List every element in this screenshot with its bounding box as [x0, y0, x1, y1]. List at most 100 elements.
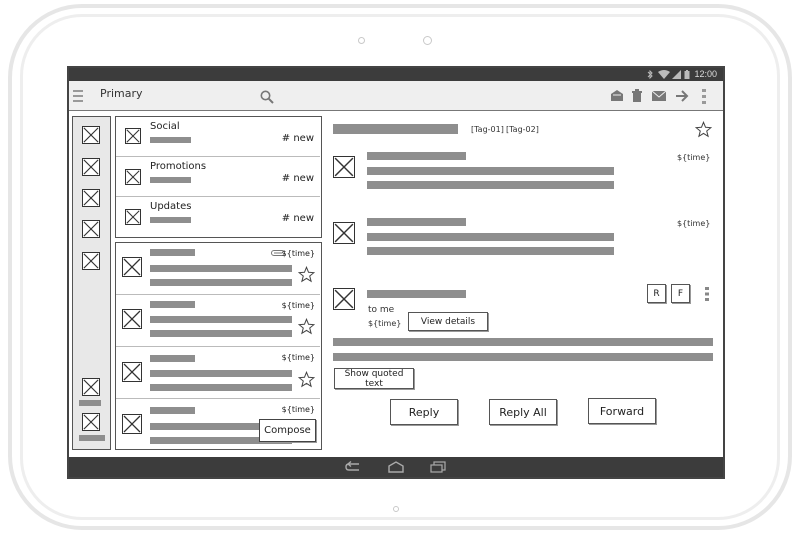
message-row[interactable]: ${time} — [116, 347, 320, 399]
message-snippet — [367, 247, 614, 255]
message-snippet — [150, 279, 292, 286]
rail-item-image[interactable] — [82, 126, 100, 144]
thread-message[interactable]: ${time} — [327, 150, 723, 200]
category-panel: Social # new Promotions # new Updates # … — [115, 116, 322, 238]
rail-item-image[interactable] — [82, 220, 100, 238]
front-camera — [423, 36, 432, 45]
message-subject — [150, 370, 292, 377]
rail-account-image[interactable] — [82, 378, 100, 396]
message-time: ${time} — [281, 353, 315, 362]
rail-item-image[interactable] — [82, 252, 100, 270]
message-subject — [150, 265, 292, 272]
rail-account-image[interactable] — [82, 413, 100, 431]
wifi-icon — [658, 70, 670, 79]
message-overflow-icon[interactable] — [705, 287, 709, 301]
front-sensor — [358, 37, 365, 44]
category-snippet — [150, 217, 191, 223]
tag-label[interactable]: [Tag-02] — [506, 125, 539, 134]
sender-name — [150, 355, 195, 362]
message-snippet — [367, 167, 614, 175]
home-icon[interactable] — [387, 461, 405, 473]
recipient-label: to me — [368, 305, 395, 315]
archive-icon[interactable] — [610, 89, 624, 103]
category-image — [125, 209, 141, 225]
sender-avatar — [122, 414, 142, 434]
message-body-line — [333, 338, 713, 346]
sender-name — [150, 407, 195, 414]
sender-name — [367, 218, 466, 226]
reading-pane: [Tag-01] [Tag-02] ${time} ${time} to me … — [327, 116, 723, 450]
forward-quick-button[interactable]: F — [671, 284, 690, 303]
sender-avatar — [333, 222, 355, 244]
trash-icon[interactable] — [632, 89, 642, 103]
star-icon[interactable] — [695, 121, 712, 138]
message-snippet — [150, 330, 292, 337]
message-time: ${time} — [281, 405, 315, 414]
clock: 12:00 — [694, 69, 717, 79]
category-social[interactable]: Social # new — [116, 117, 320, 157]
mail-icon[interactable] — [652, 89, 666, 103]
message-snippet — [367, 181, 614, 189]
view-details-button[interactable]: View details — [408, 312, 488, 331]
category-snippet — [150, 137, 191, 143]
sender-avatar — [122, 362, 142, 382]
category-name: Social — [150, 121, 180, 132]
star-icon[interactable] — [298, 318, 315, 335]
sender-avatar — [333, 156, 355, 178]
compose-button[interactable]: Compose — [259, 419, 316, 442]
back-icon[interactable] — [345, 461, 363, 473]
category-name: Promotions — [150, 161, 207, 172]
battery-icon — [684, 70, 690, 79]
sender-name — [367, 290, 466, 298]
message-row[interactable]: ${time} — [116, 295, 320, 347]
tablet-screen: 12:00 Primary Social # new Promotions # … — [67, 66, 725, 479]
forward-button[interactable]: Forward — [588, 398, 656, 424]
rail-account-label — [79, 400, 101, 406]
show-quoted-text-button[interactable]: Show quoted text — [334, 368, 414, 389]
bluetooth-icon — [647, 70, 653, 79]
status-bar: 12:00 — [69, 68, 723, 81]
tag-label[interactable]: [Tag-01] — [471, 125, 504, 134]
menu-icon[interactable] — [73, 89, 83, 103]
thread-message[interactable]: ${time} — [327, 216, 723, 266]
rail-item-image[interactable] — [82, 189, 100, 207]
account-rail — [72, 116, 111, 450]
message-time: ${time} — [677, 153, 711, 162]
search-icon[interactable] — [260, 90, 274, 104]
message-time: ${time} — [677, 219, 711, 228]
category-image — [125, 128, 141, 144]
message-time: ${time} — [281, 301, 315, 310]
reply-quick-button[interactable]: R — [647, 284, 666, 303]
new-count-badge: # new — [281, 133, 314, 144]
message-row[interactable]: ${time} — [116, 243, 320, 295]
message-body-line — [333, 353, 713, 361]
category-snippet — [150, 177, 191, 183]
category-promotions[interactable]: Promotions # new — [116, 157, 320, 197]
sender-name — [150, 301, 195, 308]
sender-avatar — [333, 288, 355, 310]
home-dot — [393, 506, 399, 512]
star-icon[interactable] — [298, 371, 315, 388]
rail-item-image[interactable] — [82, 158, 100, 176]
message-time: ${time} — [281, 249, 315, 258]
view-title[interactable]: Primary — [100, 87, 143, 100]
signal-icon — [672, 70, 681, 79]
new-count-badge: # new — [281, 213, 314, 224]
sender-avatar — [122, 309, 142, 329]
new-count-badge: # new — [281, 173, 314, 184]
subject-line — [333, 124, 458, 134]
move-to-icon[interactable] — [675, 89, 689, 103]
open-message: to me ${time} View details R F Show quot… — [327, 281, 723, 401]
reply-all-button[interactable]: Reply All — [489, 399, 557, 425]
category-name: Updates — [150, 201, 192, 212]
action-bar: Primary — [69, 81, 723, 111]
message-snippet — [367, 233, 614, 241]
overflow-menu-icon[interactable] — [702, 89, 706, 104]
message-snippet — [150, 384, 292, 391]
navigation-bar — [69, 457, 723, 477]
recent-apps-icon[interactable] — [429, 461, 447, 473]
reply-button[interactable]: Reply — [390, 399, 458, 425]
star-icon[interactable] — [298, 266, 315, 283]
category-updates[interactable]: Updates # new — [116, 197, 320, 237]
message-time: ${time} — [368, 319, 402, 328]
